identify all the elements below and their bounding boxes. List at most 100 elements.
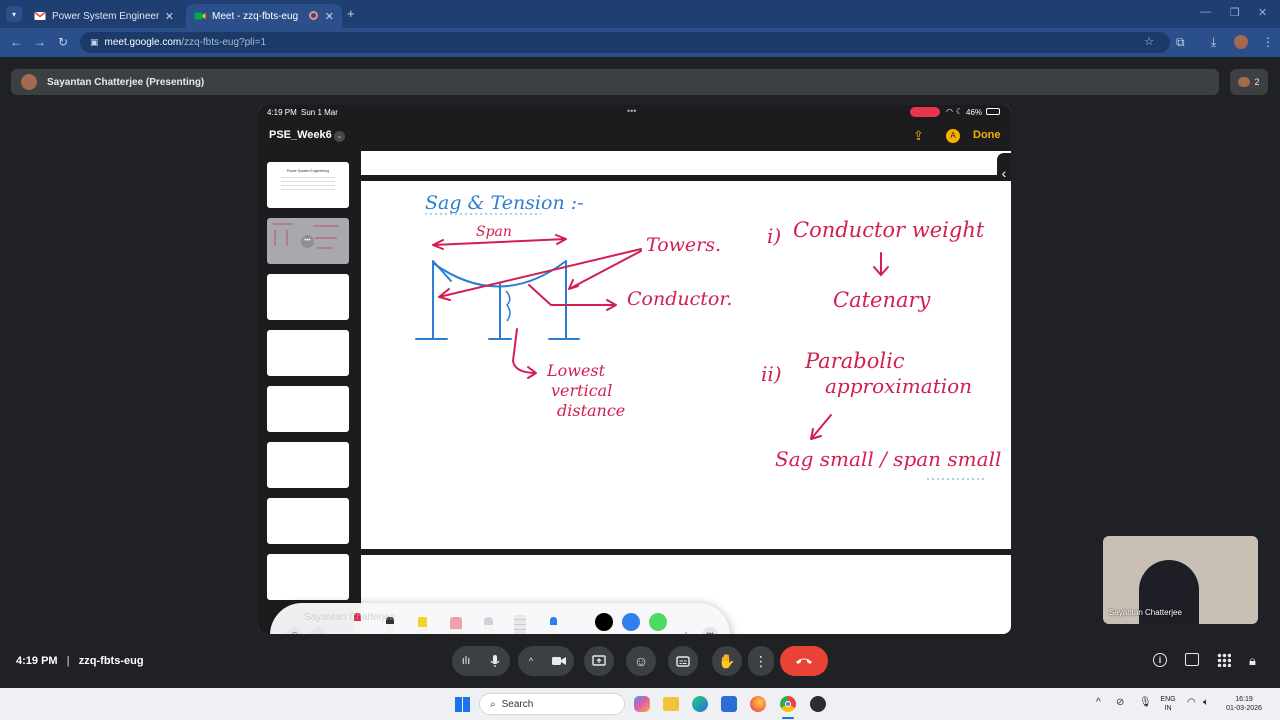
more-options-icon[interactable]: •••: [702, 627, 718, 634]
eraser-tool-icon[interactable]: [450, 617, 462, 634]
chat-icon[interactable]: [1185, 653, 1199, 666]
captions-button[interactable]: [668, 646, 698, 676]
activities-icon[interactable]: [1217, 653, 1231, 667]
extensions-icon[interactable]: ⧉: [1176, 35, 1185, 50]
chrome-icon[interactable]: [780, 696, 796, 712]
lowest-arrow: [511, 328, 537, 379]
new-tab-button[interactable]: +: [347, 6, 355, 21]
language-indicator[interactable]: ENG IN: [1158, 695, 1178, 713]
page-thumbnail[interactable]: Power System Engineering: [267, 162, 349, 208]
firefox-icon[interactable]: [750, 696, 766, 712]
camera-options-button[interactable]: ^: [518, 646, 544, 676]
status-time: 4:19 PM: [267, 108, 297, 117]
status-date: Sun 1 Mar: [301, 108, 338, 117]
bookmark-star-icon[interactable]: ☆: [1144, 35, 1154, 48]
camera-button[interactable]: [544, 646, 574, 676]
page-thumbnail[interactable]: [267, 330, 349, 376]
chevron-down-icon[interactable]: ⌄: [334, 131, 345, 142]
audio-levels-button[interactable]: ılı: [452, 646, 480, 676]
page-thumbnail[interactable]: [267, 274, 349, 320]
restore-window-icon[interactable]: ❐: [1230, 6, 1240, 19]
fountain-pen-tool-icon[interactable]: [550, 617, 557, 634]
tab-power-system-engineering[interactable]: Power System Engineering : Pro ✕: [26, 4, 182, 28]
share-icon[interactable]: ⇪: [913, 128, 924, 144]
color-swatch-black[interactable]: [595, 613, 613, 631]
participant-count: 2: [1254, 77, 1260, 87]
page-thumbnail-current[interactable]: •••: [267, 218, 349, 264]
down-arrow-1: [873, 252, 889, 277]
page-thumbnail[interactable]: [267, 498, 349, 544]
multitask-dots-icon[interactable]: •••: [627, 106, 636, 116]
current-note-page[interactable]: Sag & Tension :- Span Towers. Conductor.: [361, 181, 1011, 549]
close-tab-icon[interactable]: ✕: [165, 10, 174, 23]
color-swatch-green[interactable]: [649, 613, 667, 631]
undo-icon[interactable]: ↶: [286, 627, 302, 634]
windows-start-icon[interactable]: [455, 697, 470, 712]
divider: |: [66, 655, 70, 667]
minimize-window-icon[interactable]: —: [1200, 6, 1211, 18]
self-view-name: Sayantan Chatterjee: [1109, 608, 1182, 617]
address-bar[interactable]: ▣ meet.google.com/zzq-fbts-eug?pli=1 ☆: [80, 32, 1170, 53]
microphone-button[interactable]: [480, 646, 510, 676]
lang-region: IN: [1164, 705, 1172, 712]
host-controls-icon[interactable]: 🔒︎: [1249, 653, 1256, 669]
page-thumbnail[interactable]: [267, 554, 349, 600]
item1-number: i): [767, 224, 781, 248]
close-tab-icon[interactable]: ✕: [325, 10, 334, 23]
close-window-icon[interactable]: ✕: [1258, 6, 1267, 19]
end-call-button[interactable]: [780, 646, 828, 676]
download-icon[interactable]: ⤓: [1211, 35, 1216, 50]
back-icon[interactable]: ←: [10, 35, 22, 49]
file-explorer-icon[interactable]: [663, 697, 679, 711]
redo-icon[interactable]: [310, 627, 326, 634]
site-info-icon[interactable]: ▣: [90, 37, 99, 48]
app-icon[interactable]: [810, 696, 826, 712]
reactions-button[interactable]: ☺: [626, 646, 656, 676]
meeting-time: 4:19 PM: [16, 655, 58, 667]
reload-icon[interactable]: ↻: [58, 35, 68, 49]
edge-icon[interactable]: [692, 696, 708, 712]
browser-menu-icon[interactable]: ⋮: [1262, 35, 1274, 49]
lasso-tool-icon[interactable]: [484, 617, 493, 634]
meet-icon: [194, 12, 206, 20]
copilot-icon[interactable]: [634, 696, 650, 712]
meeting-details-icon[interactable]: i: [1153, 653, 1167, 667]
system-clock[interactable]: 16:19 01-03-2026: [1222, 695, 1266, 713]
more-icon[interactable]: •••: [301, 235, 314, 248]
add-icon[interactable]: +: [682, 627, 690, 634]
participants-button[interactable]: 2: [1230, 69, 1268, 95]
screen-record-icon: [910, 107, 940, 117]
wifi-tray-icon[interactable]: ◠: [1187, 697, 1196, 708]
people-icon: [1238, 77, 1251, 87]
span-label: Span: [476, 224, 512, 240]
show-hidden-icons[interactable]: ^: [1096, 697, 1101, 708]
taskbar-search[interactable]: ⌕ Search: [479, 693, 625, 715]
heading-text: Sag & Tension :-: [425, 192, 584, 214]
store-icon[interactable]: [721, 696, 737, 712]
tab-meet[interactable]: Meet - zzq-fbts-eug ✕: [186, 4, 342, 28]
network-off-icon[interactable]: ⊘: [1116, 697, 1124, 708]
profile-avatar[interactable]: [1234, 35, 1248, 49]
done-button[interactable]: Done: [973, 129, 1001, 141]
markup-pen-icon[interactable]: A: [946, 129, 960, 143]
forward-icon[interactable]: →: [34, 35, 46, 49]
highlighter-tool-icon[interactable]: [418, 617, 427, 634]
ruler-tool-icon[interactable]: [514, 615, 526, 634]
document-title[interactable]: PSE_Week6: [269, 129, 332, 141]
page-thumbnail[interactable]: [267, 442, 349, 488]
url-path: /zzq-fbts-eug?pli=1: [181, 37, 267, 48]
sag-brace: [505, 290, 511, 322]
volume-icon[interactable]: 🔈︎: [1203, 697, 1209, 708]
present-screen-button[interactable]: [584, 646, 614, 676]
more-options-button[interactable]: ⋮: [748, 646, 774, 676]
mic-tray-icon[interactable]: 🎙︎: [1139, 697, 1152, 708]
color-swatch-blue[interactable]: [622, 613, 640, 631]
notes-body: Power System Engineering ••• ‹ Sag & Ten…: [258, 151, 1011, 634]
raise-hand-button[interactable]: ✋: [712, 646, 742, 676]
tab-search-icon[interactable]: ▾: [6, 6, 22, 22]
page-thumbnail[interactable]: [267, 386, 349, 432]
self-view-tile[interactable]: Sayantan Chatterjee: [1103, 536, 1258, 624]
clock-date: 01-03-2026: [1226, 705, 1262, 712]
presenter-avatar: [21, 74, 37, 90]
taskbar-active-indicator: [782, 717, 794, 719]
